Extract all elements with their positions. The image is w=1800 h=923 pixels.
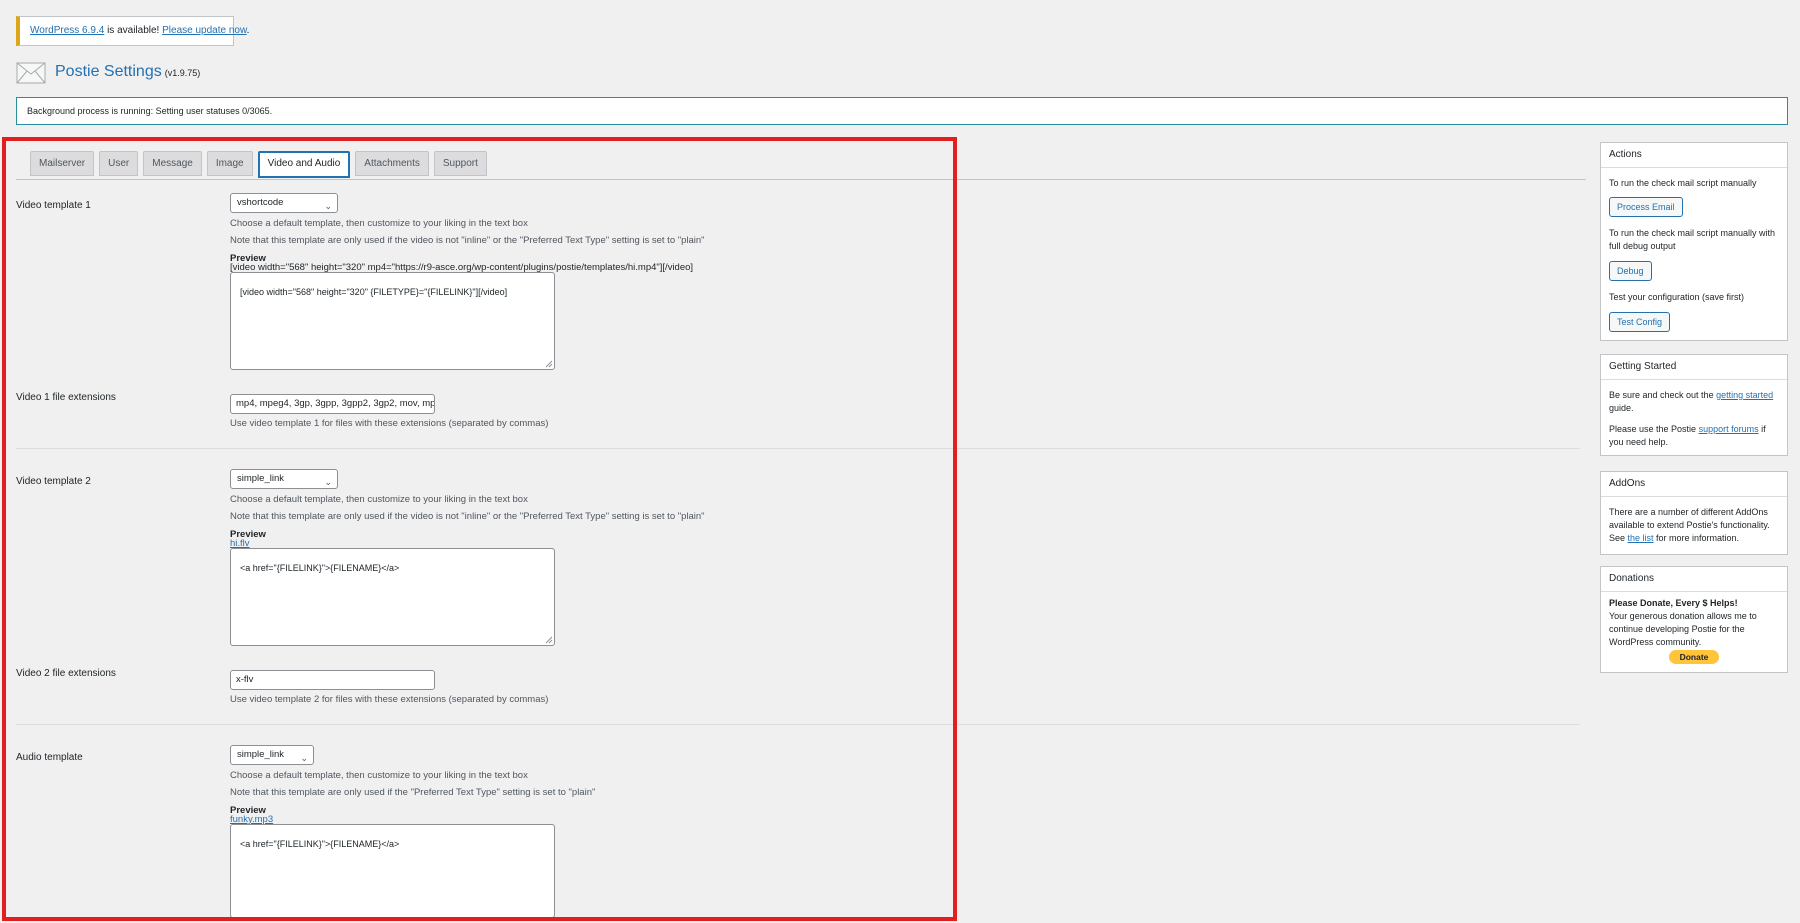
video-template-2-select-value: simple_link bbox=[237, 473, 284, 484]
donations-heading: Please Donate, Every $ Helps! bbox=[1609, 598, 1738, 608]
video-1-extensions-input[interactable]: mp4, mpeg4, 3gp, 3gpp, 3gpp2, 3gp2, mov,… bbox=[230, 394, 435, 414]
update-notice-text: is available! bbox=[104, 25, 163, 36]
donations-title: Donations bbox=[1609, 573, 1655, 584]
support-forums-link[interactable]: support forums bbox=[1699, 424, 1759, 434]
video-1-extensions-label: Video 1 file extensions bbox=[16, 392, 116, 403]
audio-template-select-value: simple_link bbox=[237, 749, 284, 760]
video-template-1-template-text: [video width="568" height="320" {FILETYP… bbox=[240, 287, 508, 297]
chevron-down-icon: ⌄ bbox=[300, 753, 308, 763]
box-divider bbox=[1601, 591, 1787, 592]
donations-text: Your generous donation allows me to cont… bbox=[1609, 611, 1757, 647]
resize-grip-icon[interactable] bbox=[545, 636, 553, 644]
debug-button[interactable]: Debug bbox=[1609, 261, 1652, 281]
getting-started-paragraph: Be sure and check out the getting starte… bbox=[1609, 389, 1781, 415]
actions-text-debug: To run the check mail script manually wi… bbox=[1609, 228, 1776, 251]
audio-template-note: Note that this template are only used if… bbox=[230, 787, 596, 798]
settings-tabs: Mailserver User Message Image Video and … bbox=[30, 151, 487, 178]
tab-support[interactable]: Support bbox=[433, 151, 487, 176]
resize-grip-icon[interactable] bbox=[545, 360, 553, 368]
getting-started-title: Getting Started bbox=[1609, 361, 1677, 372]
video-template-2-textarea[interactable]: <a href="{FILELINK}">{FILENAME}</a> bbox=[230, 548, 555, 646]
video-template-2-select[interactable]: simple_link ⌄ bbox=[230, 469, 338, 489]
tab-image[interactable]: Image bbox=[206, 151, 253, 176]
page-title-text: Postie Settings bbox=[55, 63, 162, 80]
addons-paragraph: There are a number of different AddOns a… bbox=[1609, 506, 1781, 545]
getting-started-link[interactable]: getting started bbox=[1716, 390, 1773, 400]
addons-text-end: for more information. bbox=[1653, 533, 1740, 543]
getting-started-box: Getting Started Be sure and check out th… bbox=[1600, 354, 1788, 456]
video-template-1-hint: Choose a default template, then customiz… bbox=[230, 218, 528, 229]
update-notice: WordPress 6.9.4 is available! Please upd… bbox=[16, 16, 249, 46]
box-divider bbox=[1601, 167, 1787, 168]
chevron-down-icon: ⌄ bbox=[324, 477, 332, 487]
getting-started-text-end: guide. bbox=[1609, 403, 1634, 413]
envelope-icon bbox=[16, 62, 46, 84]
donate-button[interactable]: Donate bbox=[1669, 650, 1719, 664]
section-divider bbox=[16, 724, 1580, 725]
actions-box: Actions To run the check mail script man… bbox=[1600, 142, 1788, 341]
highlight-frame bbox=[2, 137, 957, 921]
actions-title: Actions bbox=[1609, 149, 1642, 160]
video-template-2-note: Note that this template are only used if… bbox=[230, 511, 705, 522]
actions-text-process: To run the check mail script manually bbox=[1609, 178, 1757, 188]
tab-attachments[interactable]: Attachments bbox=[355, 151, 429, 176]
wordpress-version-link[interactable]: WordPress 6.9.4 bbox=[30, 25, 104, 36]
addons-box: AddOns There are a number of different A… bbox=[1600, 471, 1788, 555]
background-process-text: Background process is running: Setting u… bbox=[27, 106, 273, 116]
chevron-down-icon: ⌄ bbox=[324, 201, 332, 211]
video-template-1-label: Video template 1 bbox=[16, 200, 91, 211]
tab-mailserver[interactable]: Mailserver bbox=[30, 151, 95, 176]
audio-template-select[interactable]: simple_link ⌄ bbox=[230, 745, 314, 765]
audio-template-textarea[interactable]: <a href="{FILELINK}">{FILENAME}</a> bbox=[230, 824, 555, 918]
audio-template-label: Audio template bbox=[16, 752, 83, 763]
getting-started-text: Be sure and check out the bbox=[1609, 390, 1717, 400]
addons-list-link[interactable]: the list bbox=[1628, 533, 1654, 543]
box-divider bbox=[1601, 379, 1787, 380]
tabs-divider bbox=[16, 179, 1586, 180]
update-notice-end: . bbox=[246, 25, 250, 36]
section-divider bbox=[16, 448, 1580, 449]
video-template-2-label: Video template 2 bbox=[16, 476, 91, 487]
video-template-2-hint: Choose a default template, then customiz… bbox=[230, 494, 528, 505]
actions-text-test: Test your configuration (save first) bbox=[1609, 292, 1745, 302]
video-template-2-template-text: <a href="{FILELINK}">{FILENAME}</a> bbox=[240, 563, 400, 573]
support-text: Please use the Postie bbox=[1609, 424, 1699, 434]
video-template-1-textarea[interactable]: [video width="568" height="320" {FILETYP… bbox=[230, 272, 555, 370]
addons-title: AddOns bbox=[1609, 478, 1646, 489]
video-template-1-select-value: vshortcode bbox=[237, 197, 284, 208]
background-process-notice: Background process is running: Setting u… bbox=[16, 97, 1788, 125]
audio-template-template-text: <a href="{FILELINK}">{FILENAME}</a> bbox=[240, 839, 400, 849]
video-1-extensions-hint: Use video template 1 for files with thes… bbox=[230, 418, 549, 429]
audio-template-hint: Choose a default template, then customiz… bbox=[230, 770, 528, 781]
tab-message[interactable]: Message bbox=[143, 151, 202, 176]
plugin-version: (v1.9.75) bbox=[164, 68, 201, 78]
test-config-button[interactable]: Test Config bbox=[1609, 312, 1671, 332]
process-email-button[interactable]: Process Email bbox=[1609, 197, 1683, 217]
page-title: Postie Settings (v1.9.75) bbox=[55, 63, 200, 81]
update-now-link[interactable]: Please update now bbox=[162, 25, 247, 36]
donations-box: Donations Please Donate, Every $ Helps! … bbox=[1600, 566, 1788, 673]
tab-user[interactable]: User bbox=[99, 151, 139, 176]
box-divider bbox=[1601, 496, 1787, 497]
tab-video-and-audio[interactable]: Video and Audio bbox=[257, 151, 351, 178]
video-template-1-note: Note that this template are only used if… bbox=[230, 235, 705, 246]
video-2-extensions-input[interactable]: x-flv bbox=[230, 670, 435, 690]
video-2-extensions-hint: Use video template 2 for files with thes… bbox=[230, 694, 549, 705]
video-template-1-select[interactable]: vshortcode ⌄ bbox=[230, 193, 338, 213]
video-2-extensions-label: Video 2 file extensions bbox=[16, 668, 116, 679]
support-paragraph: Please use the Postie support forums if … bbox=[1609, 423, 1781, 449]
